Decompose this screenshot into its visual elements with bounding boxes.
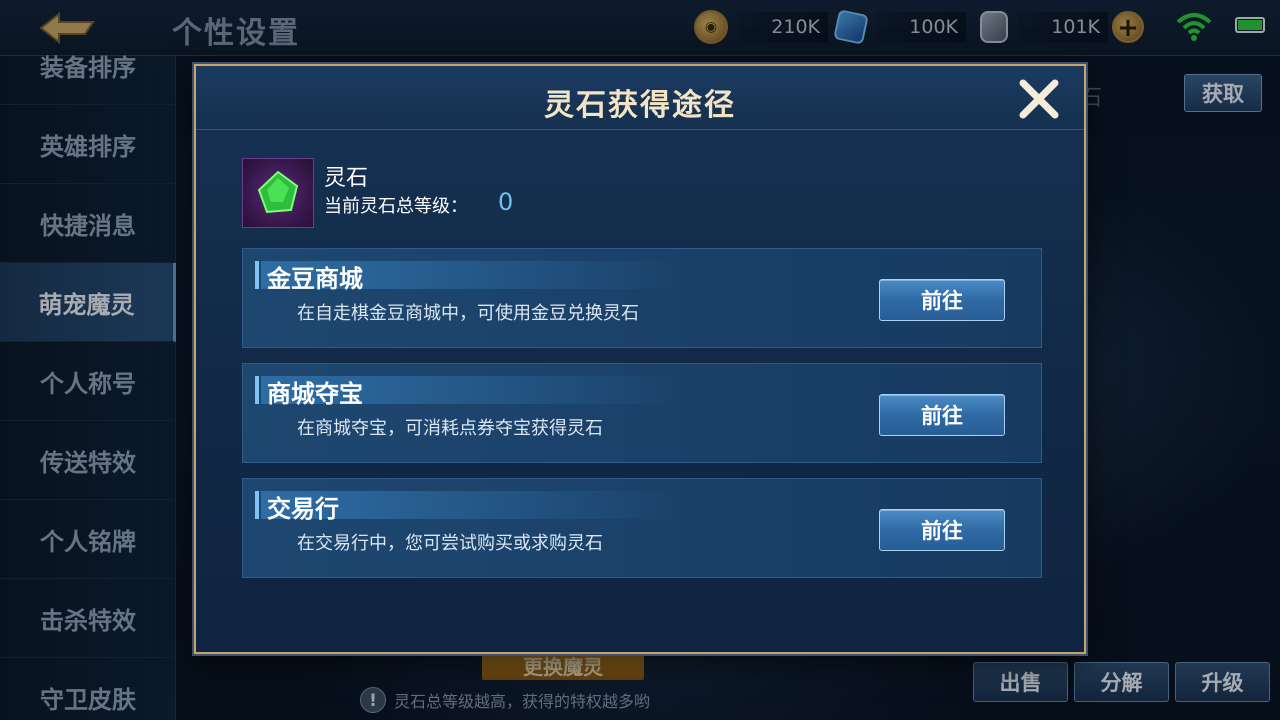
source-card: 交易行 在交易行中，您可尝试购买或求购灵石 前往 bbox=[242, 478, 1042, 578]
source-title: 交易行 bbox=[267, 495, 339, 523]
source-title: 商城夺宝 bbox=[267, 380, 363, 408]
acquisition-modal: 灵石获得途径 灵石 当前灵石总等级： 0 金豆商城 在自走棋金豆商城中，可使用金… bbox=[194, 64, 1086, 654]
close-button[interactable] bbox=[1014, 74, 1064, 124]
source-title: 金豆商城 bbox=[267, 265, 363, 293]
modal-header: 灵石获得途径 bbox=[196, 66, 1084, 130]
source-description: 在自走棋金豆商城中，可使用金豆兑换灵石 bbox=[297, 303, 639, 324]
source-card: 商城夺宝 在商城夺宝，可消耗点券夺宝获得灵石 前往 bbox=[242, 363, 1042, 463]
go-button[interactable]: 前往 bbox=[879, 279, 1005, 321]
item-name: 灵石 bbox=[324, 166, 369, 191]
go-button[interactable]: 前往 bbox=[879, 394, 1005, 436]
go-button[interactable]: 前往 bbox=[879, 509, 1005, 551]
item-level-label: 当前灵石总等级： bbox=[324, 196, 468, 217]
source-description: 在交易行中，您可尝试购买或求购灵石 bbox=[297, 533, 603, 554]
spirit-stone-icon bbox=[242, 158, 314, 228]
source-description: 在商城夺宝，可消耗点券夺宝获得灵石 bbox=[297, 418, 603, 439]
close-icon bbox=[1019, 79, 1059, 119]
modal-title: 灵石获得途径 bbox=[544, 88, 736, 123]
source-card: 金豆商城 在自走棋金豆商城中，可使用金豆兑换灵石 前往 bbox=[242, 248, 1042, 348]
item-level-value: 0 bbox=[498, 188, 514, 216]
